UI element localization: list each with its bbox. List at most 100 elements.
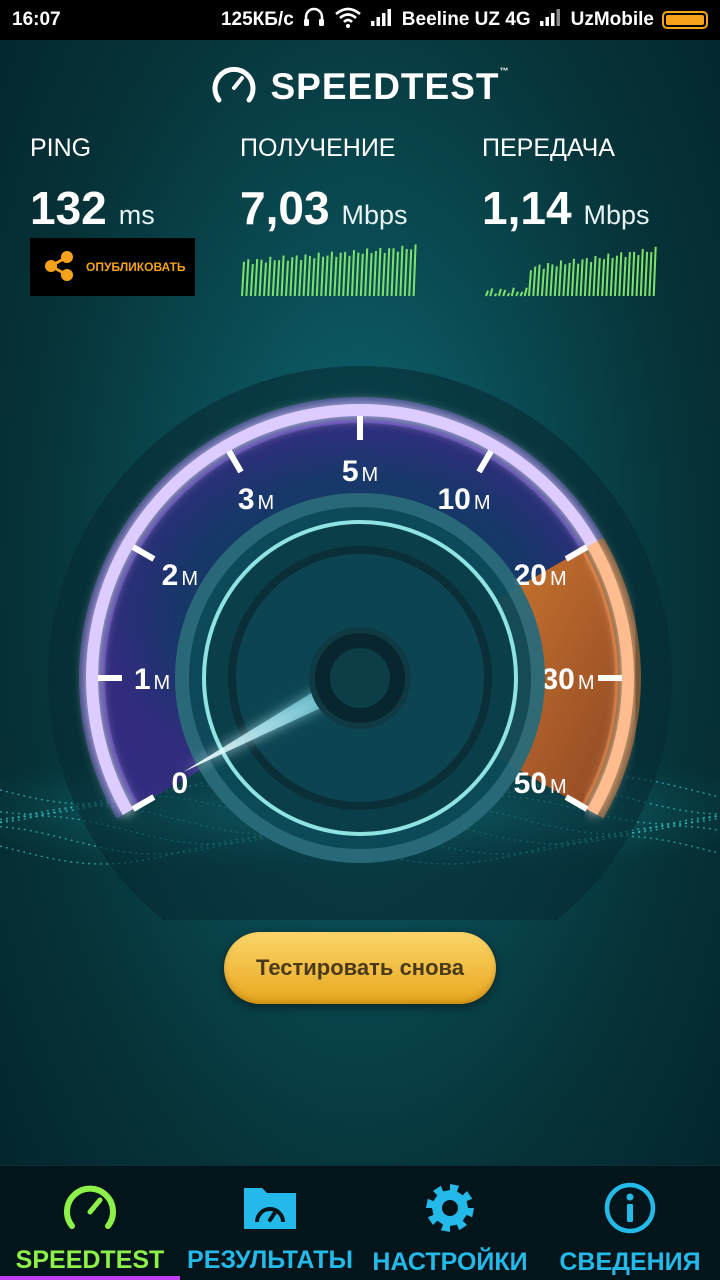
sparkline-bar xyxy=(395,251,399,297)
download-metric: ПОЛУЧЕНИЕ 7,03 Mbps xyxy=(240,134,408,235)
sparkline-bar xyxy=(614,255,618,297)
sparkline-bar xyxy=(583,258,588,297)
sparkline-bar xyxy=(540,268,545,297)
sparkline-bar xyxy=(519,291,524,297)
download-label: ПОЛУЧЕНИЕ xyxy=(240,134,396,162)
sparkline-bar xyxy=(342,251,347,297)
carrier-name-1: Beeline UZ 4G xyxy=(401,9,531,30)
logo-text: SPEEDTEST™ xyxy=(270,66,510,107)
ping-label: PING xyxy=(30,134,92,162)
sparkline-bar xyxy=(276,260,281,297)
sparkline-bar xyxy=(245,259,250,297)
sparkline-bar xyxy=(596,258,601,297)
sparkline-bar xyxy=(359,253,364,297)
sparkline-bar xyxy=(263,262,267,297)
status-time: 16:07 xyxy=(12,9,61,30)
test-again-button[interactable]: Тестировать снова xyxy=(224,932,496,1004)
sparkline-bar xyxy=(553,266,558,297)
wifi-icon xyxy=(334,6,362,34)
upload-metric: ПЕРЕДАЧА 1,14 Mbps xyxy=(482,134,650,235)
sparkline-bar xyxy=(390,248,395,297)
sparkline-bar xyxy=(635,254,640,297)
headphones-icon xyxy=(302,6,326,34)
sparkline-bar xyxy=(302,254,307,297)
sparkline-bar xyxy=(377,247,382,297)
sparkline-bar xyxy=(241,261,245,297)
sparkline-bar xyxy=(523,287,528,297)
download-value: 7,03 xyxy=(240,182,330,234)
nav-results[interactable]: РЕЗУЛЬТАТЫ xyxy=(180,1166,360,1280)
sparkline-bar xyxy=(351,250,355,297)
sparkline-bar xyxy=(528,270,532,297)
network-speed: 125КБ/с xyxy=(220,9,294,30)
upload-value: 1,14 xyxy=(482,182,572,234)
sparkline-bar xyxy=(592,255,597,297)
sparkline-bar xyxy=(532,266,537,297)
nav-info[interactable]: СВЕДЕНИЯ xyxy=(540,1166,720,1280)
active-tab-indicator xyxy=(0,1276,180,1280)
sparkline-bar xyxy=(267,256,272,297)
sparkline-bar xyxy=(644,251,649,297)
publish-button[interactable]: ОПУБЛИКОВАТЬ xyxy=(30,238,195,296)
sparkline-bar xyxy=(381,252,386,297)
gear-icon xyxy=(424,1182,476,1238)
ping-value: 132 xyxy=(30,182,107,234)
sparkline-bar xyxy=(489,288,494,297)
speed-gauge: 01 M2 M3 M5 M10 M20 M30 M50 M xyxy=(0,366,720,920)
speedometer-icon xyxy=(62,1182,118,1236)
sparkline-bar xyxy=(329,251,333,297)
sparkline-bar xyxy=(588,261,593,297)
sparkline-bar xyxy=(364,248,369,297)
sparkline-bar xyxy=(271,260,276,297)
sparkline-bar xyxy=(293,255,298,297)
sparkline-bar xyxy=(337,252,342,297)
nav-label: SPEEDTEST xyxy=(15,1246,165,1274)
sparkline-bar xyxy=(280,255,285,297)
sparkline-bar xyxy=(346,255,351,297)
nav-label: РЕЗУЛЬТАТЫ xyxy=(187,1246,353,1274)
sparkline-bar xyxy=(320,256,325,297)
ping-metric: PING 132 ms xyxy=(30,134,155,235)
sparkline-bar xyxy=(289,257,294,297)
sparkline-bar xyxy=(368,253,373,297)
sparkline-bar xyxy=(566,262,571,297)
sparkline-bar xyxy=(386,248,391,297)
sparkline-bar xyxy=(307,256,311,297)
sparkline-bar xyxy=(618,252,623,297)
nav-speedtest[interactable]: SPEEDTEST xyxy=(0,1166,180,1280)
sparkline-bar xyxy=(373,251,377,297)
sparkline-bar xyxy=(558,260,563,297)
gauge-tick-label: 0 xyxy=(172,767,189,800)
nav-settings[interactable]: НАСТРОЙКИ xyxy=(360,1166,540,1280)
sparkline-bar xyxy=(609,257,614,297)
battery-icon xyxy=(662,11,708,29)
sparkline-bar xyxy=(497,288,502,297)
signal-icon xyxy=(370,7,394,33)
sparkline-bar xyxy=(493,292,498,297)
sparkline-bar xyxy=(510,287,515,297)
sparkline-bar xyxy=(631,251,636,297)
sparkline-bar xyxy=(412,244,417,297)
sparkline-bar xyxy=(648,251,653,297)
speedometer-icon xyxy=(211,64,257,110)
sparkline-bar xyxy=(315,252,320,297)
sparkline-bar xyxy=(622,256,627,297)
sparkline-bar xyxy=(515,291,520,297)
bottom-navigation: SPEEDTEST РЕЗУЛЬТАТЫ НАСТРОЙКИ СВЕДЕНИЯ xyxy=(0,1165,720,1280)
sparkline-bar xyxy=(652,246,657,297)
sparkline-bar xyxy=(639,248,644,297)
sparkline-bar xyxy=(399,245,404,297)
nav-label: СВЕДЕНИЯ xyxy=(559,1248,701,1276)
signal-icon xyxy=(539,7,563,33)
download-unit: Mbps xyxy=(341,200,408,230)
sparkline-bar xyxy=(575,263,580,297)
upload-sparkline xyxy=(485,246,657,297)
needle-hub-center xyxy=(330,648,390,708)
sparkline-bar xyxy=(249,263,254,297)
sparkline-bar xyxy=(545,263,550,297)
sparkline-bar xyxy=(258,259,263,297)
sparkline-bar xyxy=(333,256,338,297)
sparkline-bar xyxy=(562,264,567,297)
sparkline-bar xyxy=(355,252,360,297)
info-icon xyxy=(604,1182,656,1238)
